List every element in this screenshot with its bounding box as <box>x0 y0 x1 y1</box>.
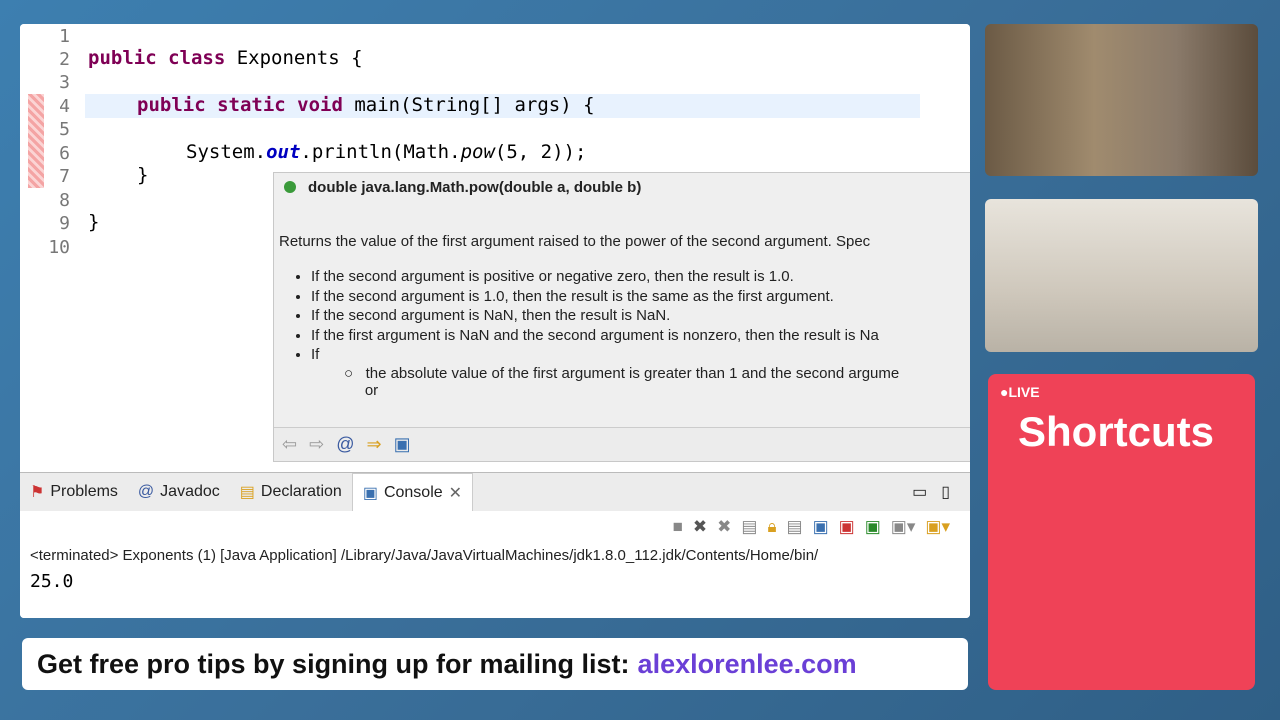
minimize-icon[interactable]: ▭ <box>912 482 927 502</box>
code-line-7: } <box>137 164 149 186</box>
declaration-icon: ▤ <box>239 484 255 501</box>
open-console-icon[interactable]: ▣▾ <box>925 517 950 537</box>
list-item: If <box>311 346 879 366</box>
show-on-stderr-icon[interactable]: ▣ <box>839 517 855 537</box>
list-item: If the second argument is NaN, then the … <box>311 307 879 327</box>
tab-label: Console <box>383 483 443 501</box>
sub-list-item: ○ the absolute value of the first argume… <box>344 365 900 399</box>
eclipse-window: 1 2 3 4 5 6 7 8 9 10 public class Expone… <box>20 24 970 618</box>
close-icon[interactable]: ✕ <box>449 483 462 503</box>
display-console-icon[interactable]: ▣▾ <box>891 517 916 537</box>
list-item: If the first argument is NaN and the sec… <box>311 327 879 347</box>
maximize-icon[interactable]: ▯ <box>941 482 950 502</box>
console-panel: ⚑ Problems @ Javadoc ▤ Declaration ▣ Console… <box>20 472 970 618</box>
remove-all-icon[interactable]: ✖ <box>717 517 731 537</box>
tab-problems[interactable]: ⚑ Problems <box>20 473 128 511</box>
remove-launch-icon[interactable]: ✖ <box>693 517 707 537</box>
webcam-face <box>985 24 1258 176</box>
tab-console[interactable]: ▣ Console ✕ <box>351 473 474 511</box>
word-wrap-icon[interactable]: ▤ <box>787 517 803 537</box>
website-link[interactable]: alexlorenlee.com <box>638 649 857 680</box>
view-tabs: ⚑ Problems @ Javadoc ▤ Declaration ▣ Console… <box>20 473 970 511</box>
forward-icon[interactable]: ⇨ <box>309 434 324 455</box>
problems-icon: ⚑ <box>30 484 45 501</box>
code-line-4: public static void main(String[] args) { <box>137 94 595 116</box>
list-item: If the second argument is 1.0, then the … <box>311 288 879 308</box>
console-status: <terminated> Exponents (1) [Java Applica… <box>30 547 819 564</box>
at-icon: @ <box>137 483 155 500</box>
webcam-keyboard <box>985 199 1258 352</box>
shortcuts-card: ●LIVE Shortcuts <box>988 374 1255 690</box>
popup-toolbar: ⇦ ⇨ @ ⇒ ▣ <box>274 427 970 461</box>
method-signature: double java.lang.Math.pow(double a, doub… <box>308 179 642 196</box>
scroll-lock-icon[interactable]: 🔒︎ <box>767 517 776 537</box>
console-icon: ▣ <box>362 484 378 502</box>
javadoc-view-icon[interactable]: @ <box>336 434 354 455</box>
tab-label: Declaration <box>260 483 342 500</box>
tab-label: Problems <box>50 483 118 500</box>
line-number: 10 <box>48 237 70 258</box>
tab-declaration[interactable]: ▤ Declaration <box>230 473 352 511</box>
static-method-icon <box>284 181 296 193</box>
line-number: 1 <box>59 26 70 47</box>
line-number: 7 <box>59 166 70 187</box>
line-number: 3 <box>59 72 70 93</box>
show-on-stdout-icon[interactable]: ▣ <box>813 517 829 537</box>
method-description: Returns the value of the first argument … <box>279 233 871 250</box>
line-number: 5 <box>59 119 70 140</box>
rules-list: If the second argument is positive or ne… <box>311 268 879 366</box>
live-badge: ●LIVE <box>1000 384 1040 400</box>
list-item: If the second argument is positive or ne… <box>311 268 879 288</box>
console-toolbar: ■ ✖ ✖ ▤ 🔒︎ ▤ ▣ ▣ ▣ ▣▾ ▣▾ <box>673 517 950 537</box>
line-number: 9 <box>59 213 70 234</box>
pin-console-icon[interactable]: ▣ <box>865 517 881 537</box>
console-output[interactable]: 25.0 <box>30 571 73 592</box>
code-line-9: } <box>88 211 100 233</box>
banner-text: Get free pro tips by signing up for mail… <box>37 648 630 679</box>
tab-javadoc[interactable]: @ Javadoc <box>128 473 230 511</box>
promo-banner: Get free pro tips by signing up for mail… <box>22 638 968 690</box>
terminate-icon[interactable]: ■ <box>673 517 683 537</box>
open-browser-icon[interactable]: ▣ <box>394 434 411 455</box>
open-declaration-icon[interactable]: ⇒ <box>366 434 381 455</box>
code-line-6: System.out.println(Math.pow(5, 2)); <box>186 141 587 163</box>
tab-label: Javadoc <box>160 483 220 500</box>
line-number: 4 <box>59 96 70 117</box>
code-line-2: public class Exponents { <box>88 47 363 69</box>
code-editor[interactable]: 1 2 3 4 5 6 7 8 9 10 public class Expone… <box>20 24 970 464</box>
line-number: 6 <box>59 143 70 164</box>
card-title: Shortcuts <box>1018 408 1215 455</box>
back-icon[interactable]: ⇦ <box>282 434 297 455</box>
clear-console-icon[interactable]: ▤ <box>741 517 757 537</box>
line-number: 8 <box>59 190 70 211</box>
line-number: 2 <box>59 49 70 70</box>
javadoc-hover-popup: double java.lang.Math.pow(double a, doub… <box>273 172 970 462</box>
